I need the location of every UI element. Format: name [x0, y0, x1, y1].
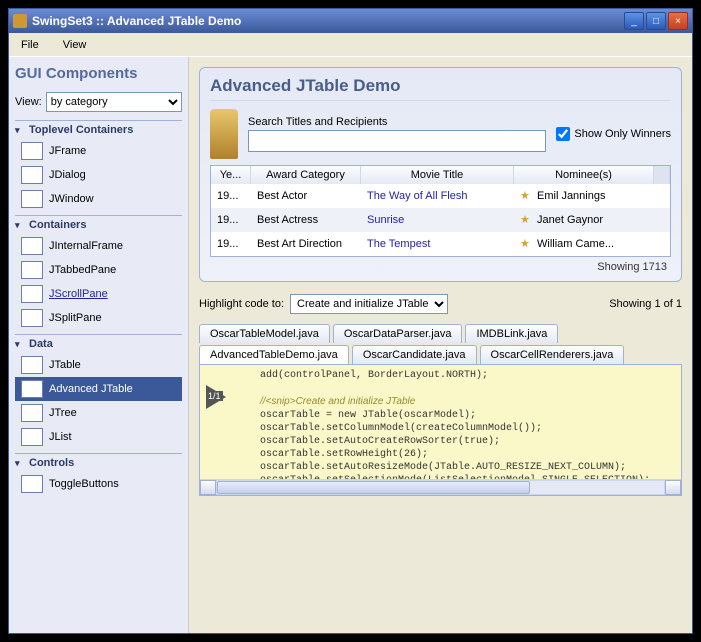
menu-view[interactable]: View	[57, 36, 93, 54]
star-icon: ★	[520, 237, 534, 251]
code-viewer: 1/1 add(controlPanel, BorderLayout.NORTH…	[199, 364, 682, 496]
sidebar-item-jsplitpane[interactable]: JSplitPane	[15, 306, 182, 330]
sidebar-item-jtree[interactable]: JTree	[15, 401, 182, 425]
component-icon	[21, 261, 43, 279]
window-title: SwingSet3 :: Advanced JTable Demo	[32, 14, 624, 28]
search-label: Search Titles and Recipients	[248, 116, 546, 128]
star-icon: ★	[520, 189, 534, 203]
close-button[interactable]: ×	[668, 12, 688, 30]
category-controls[interactable]: Controls	[15, 453, 182, 472]
source-tabs: OscarTableModel.javaOscarDataParser.java…	[199, 322, 682, 364]
view-select[interactable]: by category	[46, 92, 182, 112]
app-icon	[13, 14, 27, 28]
app-window: SwingSet3 :: Advanced JTable Demo _ □ × …	[8, 8, 693, 634]
table-row[interactable]: 19...Best Art DirectionThe Tempest★Willi…	[211, 232, 670, 256]
sidebar-item-jtable[interactable]: JTable	[15, 353, 182, 377]
results-table: Ye... Award Category Movie Title Nominee…	[210, 165, 671, 257]
panel-title: Advanced JTable Demo	[210, 76, 671, 101]
column-title[interactable]: Movie Title	[361, 166, 514, 184]
tab-oscartablemodel-java[interactable]: OscarTableModel.java	[199, 324, 330, 343]
star-icon: ★	[520, 213, 534, 227]
component-icon	[21, 190, 43, 208]
main-panel: Advanced JTable Demo Search Titles and R…	[189, 57, 692, 633]
oscar-icon	[210, 109, 238, 159]
scroll-left-button[interactable]	[200, 480, 216, 495]
sidebar-item-jlist[interactable]: JList	[15, 425, 182, 449]
tab-oscardataparser-java[interactable]: OscarDataParser.java	[333, 324, 463, 343]
component-icon	[21, 166, 43, 184]
showing-count: Showing 1713	[210, 261, 671, 273]
component-icon	[21, 309, 43, 327]
horizontal-scrollbar[interactable]	[200, 479, 681, 495]
component-icon	[21, 428, 43, 446]
tab-oscarcellrenderers-java[interactable]: OscarCellRenderers.java	[480, 345, 625, 364]
component-icon	[21, 380, 43, 398]
search-input[interactable]	[248, 130, 546, 152]
snippet-arrow-icon: 1/1	[206, 385, 226, 409]
category-data[interactable]: Data	[15, 334, 182, 353]
sidebar-item-togglebuttons[interactable]: ToggleButtons	[15, 472, 182, 496]
menu-file[interactable]: File	[15, 36, 45, 54]
sidebar-item-jinternalframe[interactable]: JInternalFrame	[15, 234, 182, 258]
column-scrollhead	[654, 166, 670, 184]
sidebar-item-jframe[interactable]: JFrame	[15, 139, 182, 163]
component-icon	[21, 404, 43, 422]
column-category[interactable]: Award Category	[251, 166, 361, 184]
column-year[interactable]: Ye...	[211, 166, 251, 184]
code-content: add(controlPanel, BorderLayout.NORTH); /…	[200, 365, 681, 496]
table-row[interactable]: 19...Best ActorThe Way of All Flesh★Emil…	[211, 184, 670, 208]
column-nominee[interactable]: Nominee(s)	[514, 166, 654, 184]
table-row[interactable]: 19...Best ActressSunrise★Janet Gaynor	[211, 208, 670, 232]
tab-oscarcandidate-java[interactable]: OscarCandidate.java	[352, 345, 477, 364]
component-icon	[21, 237, 43, 255]
show-only-winners[interactable]: Show Only Winners	[556, 127, 671, 141]
highlight-label: Highlight code to:	[199, 298, 284, 310]
highlight-showing: Showing 1 of 1	[609, 298, 682, 310]
minimize-button[interactable]: _	[624, 12, 644, 30]
show-only-checkbox[interactable]	[556, 127, 570, 141]
sidebar-item-jscrollpane[interactable]: JScrollPane	[15, 282, 182, 306]
sidebar: GUI Components View: by category Topleve…	[9, 57, 189, 633]
highlight-select[interactable]: Create and initialize JTable	[290, 294, 448, 314]
component-icon	[21, 285, 43, 303]
component-icon	[21, 475, 43, 493]
table-header: Ye... Award Category Movie Title Nominee…	[211, 166, 670, 184]
sidebar-heading: GUI Components	[15, 65, 182, 82]
component-icon	[21, 142, 43, 160]
sidebar-item-advanced-jtable[interactable]: Advanced JTable	[15, 377, 182, 401]
category-containers[interactable]: Containers	[15, 215, 182, 234]
menubar: File View	[9, 33, 692, 57]
sidebar-item-jdialog[interactable]: JDialog	[15, 163, 182, 187]
scroll-right-button[interactable]	[665, 480, 681, 495]
sidebar-item-jwindow[interactable]: JWindow	[15, 187, 182, 211]
sidebar-item-jtabbedpane[interactable]: JTabbedPane	[15, 258, 182, 282]
titlebar[interactable]: SwingSet3 :: Advanced JTable Demo _ □ ×	[9, 9, 692, 33]
component-icon	[21, 356, 43, 374]
view-label: View:	[15, 96, 42, 108]
maximize-button[interactable]: □	[646, 12, 666, 30]
tab-imdblink-java[interactable]: IMDBLink.java	[465, 324, 558, 343]
scroll-thumb[interactable]	[217, 481, 530, 494]
tab-advancedtabledemo-java[interactable]: AdvancedTableDemo.java	[199, 345, 349, 364]
category-toplevel-containers[interactable]: Toplevel Containers	[15, 120, 182, 139]
